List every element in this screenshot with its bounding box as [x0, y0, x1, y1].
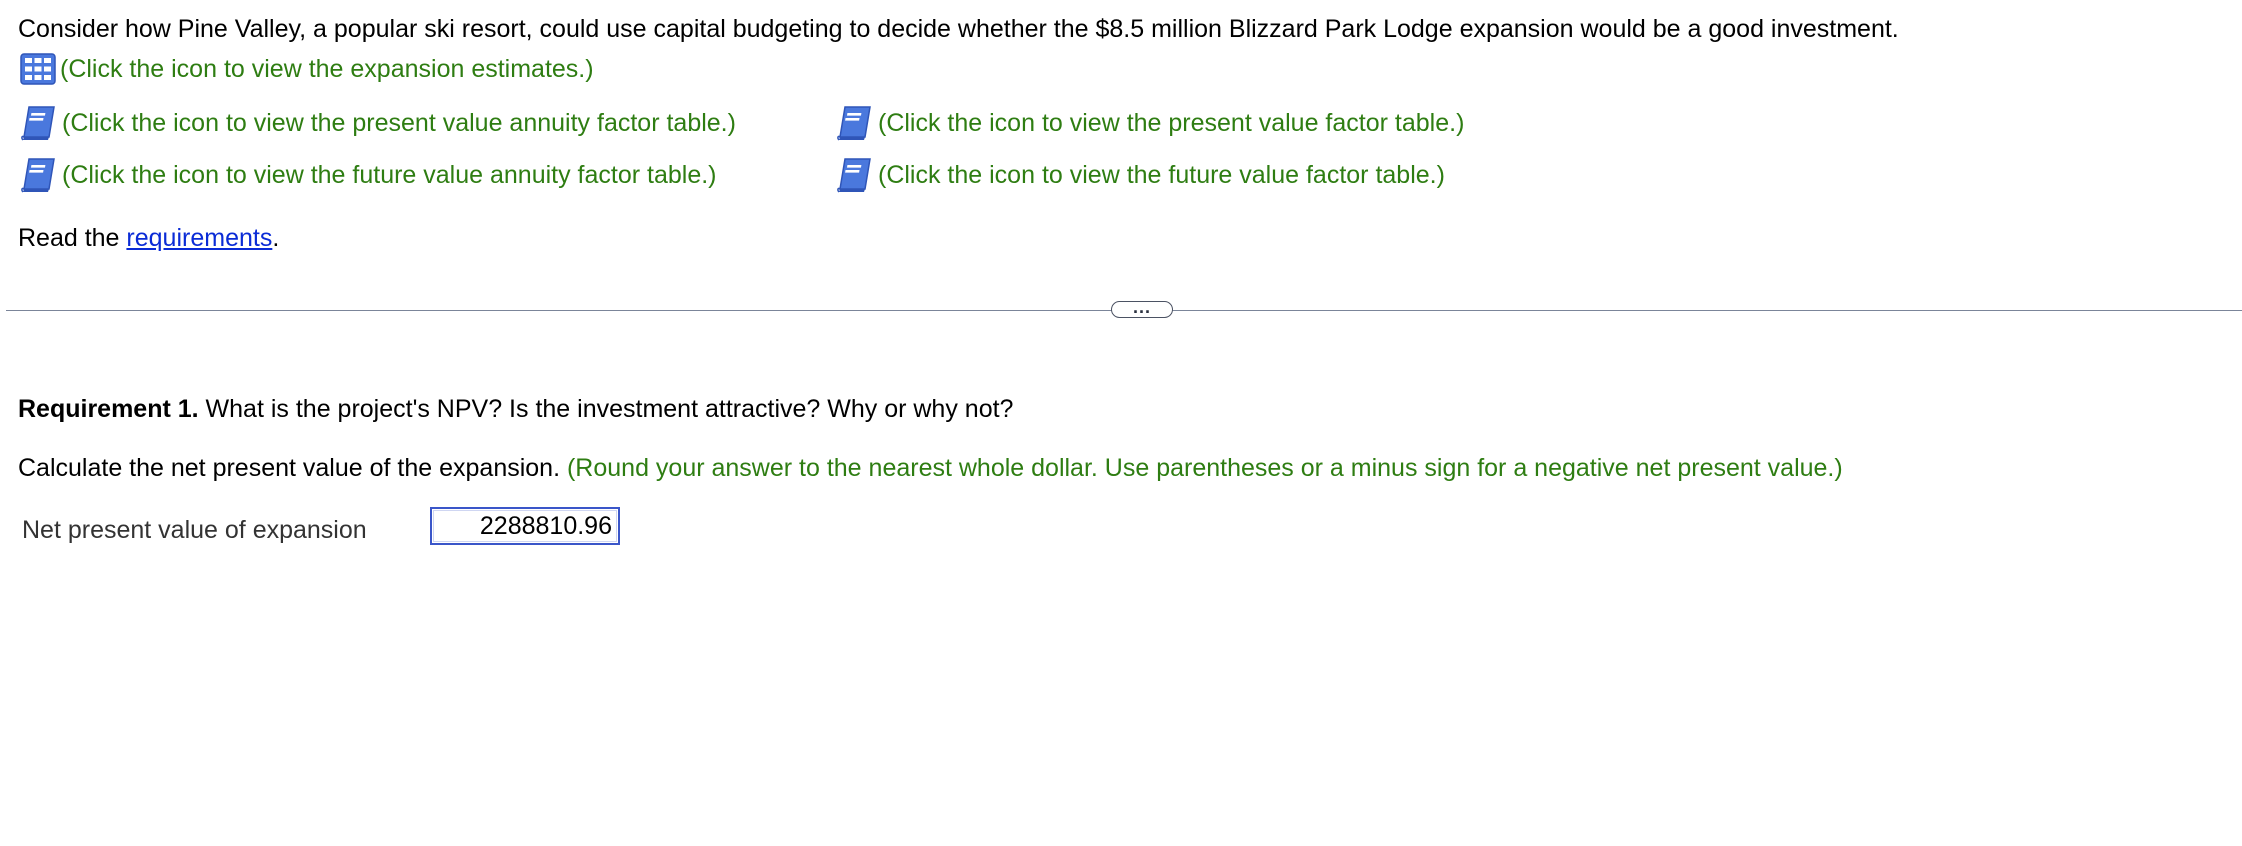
requirements-link[interactable]: requirements	[126, 224, 272, 252]
calculate-text: Calculate the net present value of the e…	[18, 454, 567, 482]
page: Consider how Pine Valley, a popular ski …	[0, 0, 2242, 846]
expand-collapse-button[interactable]: ...	[1111, 296, 1173, 318]
requirement-1-question: What is the project's NPV? Is the invest…	[198, 395, 1014, 423]
pv-annuity-table-link[interactable]: (Click the icon to view the present valu…	[62, 107, 736, 139]
npv-label: Net present value of expansion	[22, 516, 367, 544]
book-icon[interactable]	[836, 156, 874, 194]
fv-annuity-table-link[interactable]: (Click the icon to view the future value…	[62, 159, 717, 191]
pv-factor-table-link[interactable]: (Click the icon to view the present valu…	[878, 107, 1464, 139]
pv-factor-table-row: (Click the icon to view the present valu…	[836, 104, 1464, 142]
read-requirements-line: Read the requirements.	[18, 222, 279, 254]
book-icon[interactable]	[836, 104, 874, 142]
book-icon[interactable]	[20, 156, 58, 194]
read-prefix: Read the	[18, 224, 127, 252]
read-suffix: .	[272, 224, 280, 252]
ellipsis-label: ...	[1132, 296, 1151, 317]
rounding-hint: (Round your answer to the nearest whole …	[566, 454, 1843, 482]
fv-factor-table-link[interactable]: (Click the icon to view the future value…	[878, 159, 1445, 191]
requirement-1-label: Requirement 1.	[18, 395, 199, 423]
npv-input[interactable]	[430, 507, 620, 545]
requirement-1-heading: Requirement 1. What is the project's NPV…	[18, 393, 1013, 425]
fv-annuity-table-row: (Click the icon to view the future value…	[20, 156, 717, 194]
calculate-instruction: Calculate the net present value of the e…	[18, 452, 1843, 484]
expansion-estimates-row: (Click the icon to view the expansion es…	[20, 53, 594, 85]
book-icon[interactable]	[20, 104, 58, 142]
fv-factor-table-row: (Click the icon to view the future value…	[836, 156, 1445, 194]
expansion-estimates-link[interactable]: (Click the icon to view the expansion es…	[60, 53, 594, 85]
problem-statement: Consider how Pine Valley, a popular ski …	[18, 15, 1899, 43]
pv-annuity-table-row: (Click the icon to view the present valu…	[20, 104, 736, 142]
grid-table-icon[interactable]	[20, 53, 56, 85]
